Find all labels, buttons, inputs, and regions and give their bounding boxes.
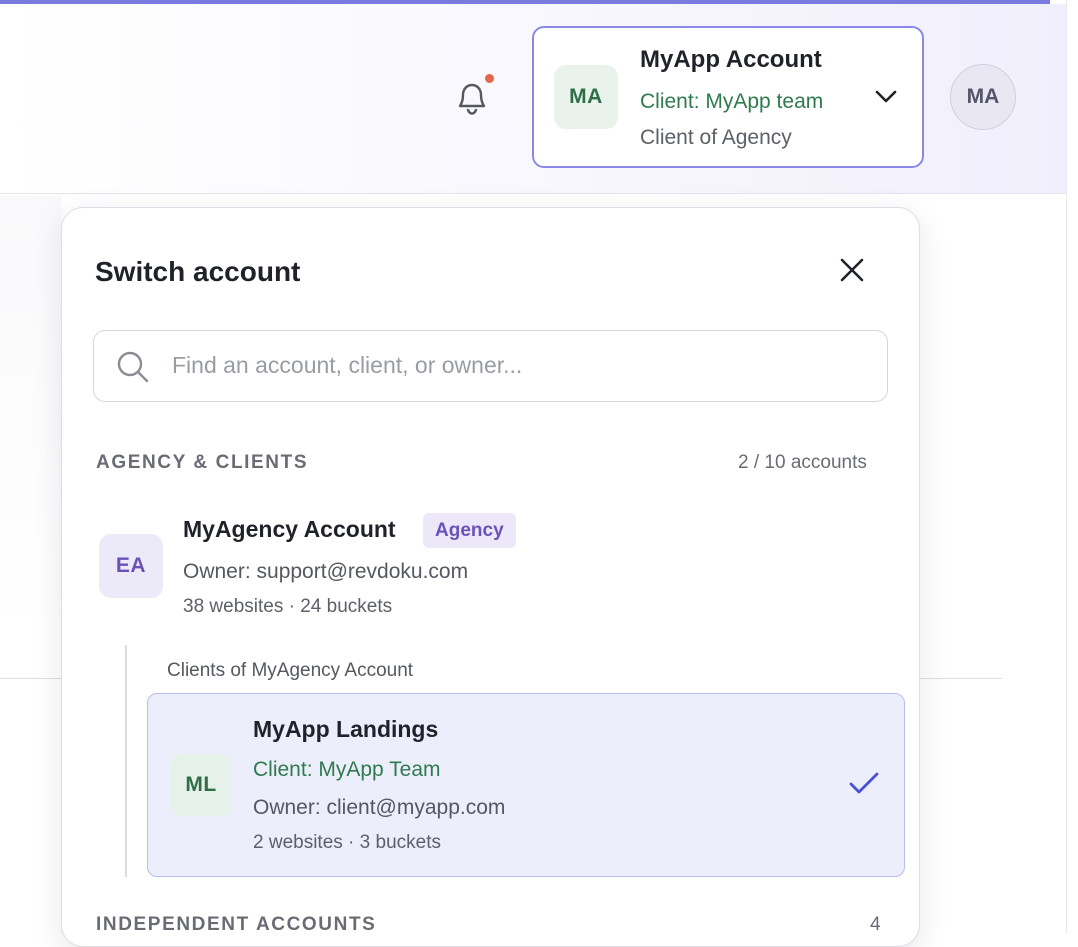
close-button[interactable]	[838, 256, 866, 284]
current-account-subtitle: Client of Agency	[640, 126, 792, 149]
client-owner: Owner: client@myapp.com	[253, 796, 506, 819]
search-input[interactable]	[170, 331, 870, 399]
background-content	[0, 195, 62, 934]
search-icon	[117, 351, 149, 383]
client-avatar: ML	[170, 754, 232, 816]
user-avatar[interactable]: MA	[950, 64, 1016, 130]
independent-section-label: INDEPENDENT ACCOUNTS	[96, 914, 377, 935]
client-name: MyApp Landings	[253, 716, 439, 742]
independent-section-count: 4	[870, 914, 881, 935]
notification-dot	[484, 73, 495, 84]
chevron-down-icon	[875, 90, 897, 103]
current-account-avatar: MA	[554, 65, 618, 129]
check-icon	[849, 772, 879, 794]
agency-owner: Owner: support@revdoku.com	[183, 560, 469, 583]
agency-section-count: 2 / 10 accounts	[738, 452, 867, 473]
agency-account-row[interactable]: EA MyAgency Account Agency Owner: suppor…	[82, 502, 882, 626]
agency-avatar: EA	[99, 534, 163, 598]
tree-connector	[125, 645, 127, 877]
agency-meta: 38 websites · 24 buckets	[183, 596, 393, 617]
client-meta: 2 websites · 3 buckets	[253, 832, 441, 853]
page-edge	[1066, 0, 1078, 934]
current-account-name: MyApp Account	[640, 46, 822, 73]
client-team: Client: MyApp Team	[253, 758, 441, 781]
bell-icon	[458, 83, 486, 115]
switch-account-panel: Switch account AGENCY & CLIENTS 2 / 10 a…	[61, 207, 920, 947]
clients-group-label: Clients of MyAgency Account	[167, 660, 414, 681]
search-field[interactable]	[93, 330, 888, 402]
close-icon	[840, 258, 864, 282]
agency-badge: Agency	[423, 513, 516, 548]
agency-section-label: AGENCY & CLIENTS	[96, 452, 309, 473]
current-account-client: Client: MyApp team	[640, 90, 824, 113]
client-account-row[interactable]: ML MyApp Landings Client: MyApp Team Own…	[147, 693, 905, 877]
panel-title: Switch account	[95, 256, 301, 287]
agency-name: MyAgency Account	[183, 516, 396, 542]
notifications-button[interactable]	[454, 78, 490, 118]
account-switcher-button[interactable]: MA MyApp Account Client: MyApp team Clie…	[532, 26, 924, 168]
